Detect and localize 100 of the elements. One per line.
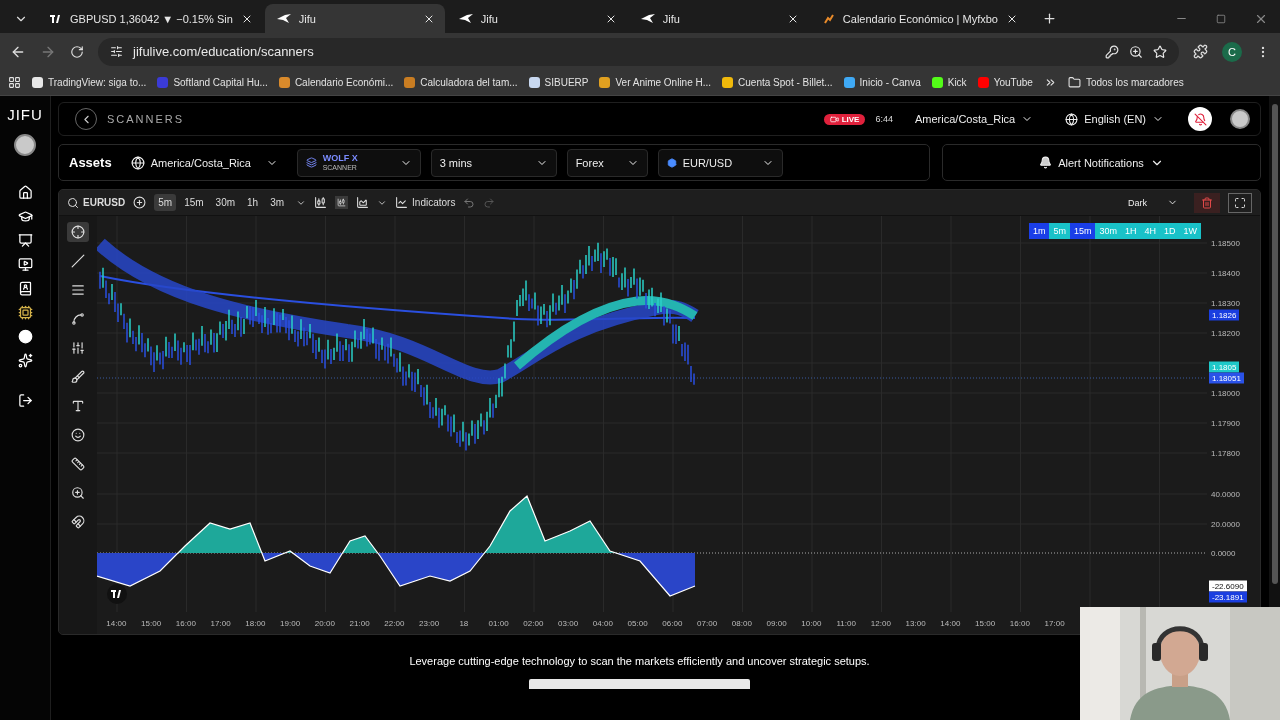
time-label: 12:00 bbox=[869, 618, 892, 628]
magnet-icon[interactable] bbox=[71, 515, 85, 529]
fullscreen-button[interactable] bbox=[1228, 192, 1252, 213]
bookmark[interactable]: TradingView: siga to... bbox=[32, 77, 147, 88]
price-label: 1.17800 bbox=[1211, 448, 1240, 458]
address-bar[interactable]: jifulive.com/education/scanners bbox=[98, 37, 1179, 66]
chart-icon bbox=[822, 12, 835, 25]
timeframe-button[interactable]: 15m bbox=[1069, 223, 1096, 239]
bookmark[interactable]: Inicio - Canva bbox=[843, 77, 921, 88]
bell-off-icon bbox=[1193, 112, 1207, 126]
filter-select[interactable]: Forex bbox=[566, 148, 648, 177]
user-avatar[interactable] bbox=[1230, 109, 1250, 129]
interval-button[interactable]: 5m bbox=[154, 194, 177, 211]
bookmark[interactable]: YouTube bbox=[977, 77, 1033, 88]
chip-icon[interactable] bbox=[17, 305, 33, 320]
theme-select[interactable]: Dark bbox=[1120, 197, 1186, 208]
time-label: 16:00 bbox=[174, 618, 197, 628]
contact-book-icon[interactable] bbox=[17, 281, 33, 296]
maximize-icon[interactable] bbox=[1216, 13, 1226, 24]
crosshair-button[interactable] bbox=[67, 222, 89, 242]
oscillator-label: 40.0000 bbox=[1211, 489, 1240, 499]
interval-button[interactable]: 30m bbox=[211, 194, 240, 211]
new-tab-icon[interactable] bbox=[1041, 11, 1057, 26]
price-label: 1.18300 bbox=[1211, 298, 1240, 308]
browser-tab[interactable]: Jifu bbox=[446, 4, 627, 33]
candles-icon[interactable] bbox=[335, 196, 349, 209]
notifications-off-button[interactable] bbox=[1188, 107, 1212, 131]
add-symbol-icon[interactable] bbox=[133, 196, 147, 209]
fullscreen-icon bbox=[1234, 196, 1246, 209]
home-icon[interactable] bbox=[17, 185, 33, 200]
bookmark[interactable]: Ver Anime Online H... bbox=[599, 77, 712, 88]
time-label: 15:00 bbox=[974, 618, 997, 628]
bookmark[interactable]: Calculadora del tam... bbox=[404, 77, 518, 88]
ruler-icon[interactable] bbox=[71, 457, 85, 471]
timezone-select[interactable]: America/Costa_Rica bbox=[915, 113, 1034, 125]
bookmark[interactable]: Kick bbox=[931, 77, 967, 88]
graduation-cap-icon[interactable] bbox=[17, 209, 33, 224]
browser-tab[interactable]: Jifu bbox=[628, 4, 809, 33]
smiley-icon[interactable] bbox=[71, 428, 85, 442]
star-icon bbox=[1153, 44, 1167, 59]
sparkles-icon[interactable] bbox=[17, 353, 33, 368]
bookmark[interactable]: Softland Capital Hu... bbox=[157, 77, 268, 88]
browser-tab[interactable]: Calendario Económico | Myfxbo bbox=[810, 4, 1028, 33]
bookmark-folder[interactable]: Todos los marcadores bbox=[1067, 76, 1184, 89]
line-icon[interactable] bbox=[71, 254, 85, 268]
layers-icon bbox=[305, 157, 317, 168]
symbol-search[interactable]: EURUSD bbox=[67, 196, 126, 209]
alert-notifications-button[interactable]: Alert Notifications bbox=[942, 144, 1261, 181]
bookmark[interactable]: Cuenta Spot - Billet... bbox=[722, 77, 833, 88]
filter-select[interactable]: 3 mins bbox=[430, 148, 557, 177]
monitor-icon[interactable] bbox=[17, 257, 33, 272]
time-label: 04:00 bbox=[591, 618, 614, 628]
assets-title: Assets bbox=[69, 155, 112, 170]
apps-icon[interactable] bbox=[8, 76, 21, 89]
browser-tab[interactable]: Jifu bbox=[264, 4, 445, 33]
undo-icon[interactable] bbox=[463, 196, 476, 209]
pair-select[interactable]: EUR/USD bbox=[657, 148, 783, 177]
bookmark[interactable]: SIBUERP bbox=[528, 77, 589, 88]
timezone-select[interactable]: America/Costa_Rica bbox=[121, 148, 287, 177]
time-label: 21:00 bbox=[348, 618, 371, 628]
brush-icon[interactable] bbox=[71, 370, 85, 384]
timeframe-button[interactable]: 1m bbox=[1028, 223, 1050, 239]
clock-time: 6:44 bbox=[875, 114, 893, 124]
logo: JIFU bbox=[7, 106, 43, 123]
bell-icon bbox=[1039, 156, 1053, 169]
curve-icon[interactable] bbox=[71, 312, 85, 326]
language-select[interactable]: English (EN) bbox=[1065, 112, 1164, 126]
interval-button[interactable]: 15m bbox=[180, 194, 208, 211]
folder-icon bbox=[1067, 76, 1081, 89]
presentation-icon[interactable] bbox=[17, 233, 33, 248]
avatar[interactable] bbox=[14, 134, 36, 156]
time-label: 02:00 bbox=[522, 618, 545, 628]
browser-tab[interactable]: GBPUSD 1,36042 ▼ −0.15% Sin bbox=[38, 4, 263, 33]
time-label: 20:00 bbox=[313, 618, 336, 628]
logout-icon[interactable] bbox=[17, 393, 33, 408]
oscillator-label: 20.0000 bbox=[1211, 519, 1240, 529]
time-label: 23:00 bbox=[418, 618, 441, 628]
interval-button[interactable]: 1h bbox=[243, 194, 263, 211]
profile-avatar[interactable]: C bbox=[1222, 41, 1242, 62]
sliders-icon[interactable] bbox=[71, 341, 85, 355]
scrollbar-thumb[interactable] bbox=[1271, 104, 1278, 584]
zoom-in-icon[interactable] bbox=[71, 486, 85, 500]
extensions-icon[interactable] bbox=[1193, 44, 1208, 59]
interval-button[interactable]: 3m bbox=[266, 194, 289, 211]
bird-icon bbox=[276, 13, 291, 24]
circle-icon[interactable] bbox=[17, 329, 33, 344]
delete-button[interactable] bbox=[1194, 192, 1220, 213]
live-badge: LIVE bbox=[823, 113, 866, 125]
time-label: 15:00 bbox=[140, 618, 163, 628]
bar-chart-icon[interactable] bbox=[314, 196, 328, 209]
indicators-button[interactable]: Indicators bbox=[395, 196, 456, 209]
time-label: 07:00 bbox=[696, 618, 719, 628]
time-label: 06:00 bbox=[661, 618, 684, 628]
bookmark[interactable]: Calendario Económi... bbox=[278, 77, 394, 88]
globe-icon bbox=[1065, 112, 1079, 126]
area-chart-icon[interactable] bbox=[356, 196, 370, 209]
time-label: 18:00 bbox=[244, 618, 267, 628]
horizontal-lines-icon[interactable] bbox=[71, 283, 85, 297]
text-icon[interactable] bbox=[71, 399, 85, 413]
reload-icon[interactable] bbox=[70, 44, 84, 59]
